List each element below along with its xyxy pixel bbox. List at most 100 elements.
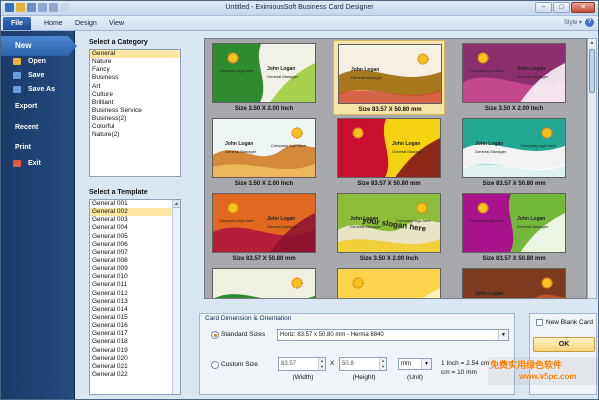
template-item[interactable]: General 004 [90, 224, 180, 232]
category-item[interactable]: Fancy [90, 66, 180, 74]
close-button[interactable]: ✕ [571, 2, 595, 13]
template-item[interactable]: General 018 [90, 338, 180, 346]
menu-save[interactable]: Save [1, 69, 75, 82]
template-item[interactable]: General 007 [90, 249, 180, 257]
window-title: Untitled - EximiousSoft Business Card De… [225, 4, 374, 11]
menu-new[interactable]: New [1, 36, 77, 56]
template-item[interactable]: General 011 [90, 281, 180, 289]
template-thumbnail[interactable] [333, 265, 445, 298]
template-item[interactable]: General 001 [90, 200, 180, 208]
minimize-button[interactable]: − [535, 2, 552, 13]
card-logo-text: Company logo here [469, 218, 504, 223]
category-item[interactable]: Colorful [90, 123, 180, 131]
card-artwork [338, 119, 440, 177]
card-role-text: General Manager [392, 149, 424, 154]
tab-file[interactable]: File [3, 17, 31, 30]
template-item[interactable]: General 010 [90, 273, 180, 281]
template-thumbnail[interactable]: John Logan General Manager Size 83.57 X 50… [333, 115, 445, 190]
template-item[interactable]: General 012 [90, 290, 180, 298]
category-item[interactable]: Brilliant [90, 99, 180, 107]
template-item[interactable]: General 015 [90, 314, 180, 322]
style-dropdown[interactable]: Style ▾ [564, 19, 582, 26]
gallery-scrollbar[interactable]: ▲ [587, 38, 597, 299]
category-item[interactable]: General [90, 50, 180, 59]
card-size-caption: Size 3.50 X 2.00 Inch [484, 106, 544, 112]
template-item[interactable]: General 021 [90, 363, 180, 371]
template-item[interactable]: General 017 [90, 330, 180, 338]
template-thumbnail[interactable]: John Logan General Manager Size 83.57 X 50… [333, 40, 445, 115]
custom-size-radio[interactable] [211, 361, 219, 369]
business-card-preview: John Logan General Manager Company logo he… [212, 43, 316, 103]
height-spinner[interactable]: 50.8 ▲ ▼ [339, 357, 387, 371]
template-thumbnail[interactable]: John Logan General Manager Company logo he… [458, 190, 570, 265]
conversion-note-1: 1 Inch = 2.54 cm [441, 360, 490, 367]
category-item[interactable]: Business(2) [90, 115, 180, 123]
width-spinner[interactable]: 83.57 ▲ ▼ [278, 357, 326, 371]
spinner-arrows-icon[interactable]: ▲ ▼ [379, 358, 386, 370]
standard-sizes-label: Standard Sizes [221, 331, 266, 338]
template-thumbnail[interactable]: John LoganGeneral Manager [458, 265, 570, 298]
template-thumbnail[interactable]: John Logan General Manager Company logo he… [458, 115, 570, 190]
category-item[interactable]: Culture [90, 91, 180, 99]
tab-home[interactable]: Home [37, 17, 70, 30]
template-heading: Select a Template [89, 189, 148, 196]
category-item[interactable]: Nature [90, 58, 180, 66]
chevron-down-icon[interactable]: ▼ [498, 330, 508, 340]
card-size-caption: Size 83.57 X 50.80 mm [357, 181, 421, 187]
unit-dropdown[interactable]: mm ▼ [398, 358, 432, 370]
template-item[interactable]: General 003 [90, 216, 180, 224]
menu-save-as[interactable]: Save As [1, 83, 75, 96]
help-icon[interactable]: ? [585, 18, 594, 27]
menu-recent[interactable]: Recent [1, 121, 75, 134]
category-item[interactable]: Art [90, 83, 180, 91]
template-item[interactable]: General 006 [90, 241, 180, 249]
template-thumbnail[interactable]: John Logan General Manager Company logo he… [458, 40, 570, 115]
gallery-scroll-thumb[interactable] [589, 49, 595, 93]
category-item[interactable]: Business Service [90, 107, 180, 115]
unit-value: mm [401, 361, 411, 367]
template-item[interactable]: General 014 [90, 306, 180, 314]
standard-sizes-radio[interactable] [211, 331, 219, 339]
template-item[interactable]: General 005 [90, 233, 180, 241]
template-thumbnail[interactable]: John Logan General Manager Company logo he… [208, 40, 320, 115]
template-item[interactable]: General 009 [90, 265, 180, 273]
template-thumbnail[interactable]: John Logan General Manager Company logo he… [333, 190, 445, 265]
template-item[interactable]: General 020 [90, 355, 180, 363]
business-card-preview: John Logan General Manager Company logo he… [462, 193, 566, 253]
file-backstage-menu: New Open Save Save As Export Recent Prin… [1, 31, 77, 399]
menu-print[interactable]: Print [1, 141, 75, 154]
chevron-down-icon[interactable]: ▼ [421, 359, 431, 369]
card-role-text: General Manager [225, 149, 257, 154]
category-heading: Select a Category [89, 39, 148, 46]
template-item[interactable]: General 002 [90, 208, 180, 217]
template-item[interactable]: General 013 [90, 298, 180, 306]
gallery-scroll-up-icon[interactable]: ▲ [588, 39, 596, 48]
card-name-text: John Logan [475, 141, 504, 147]
new-blank-card-checkbox[interactable] [536, 319, 543, 326]
menu-exit[interactable]: Exit [1, 157, 75, 170]
menu-export[interactable]: Export [1, 100, 75, 113]
template-list-scrollbar[interactable]: ▲ [172, 200, 180, 394]
tab-design[interactable]: Design [68, 17, 104, 30]
template-gallery[interactable]: John Logan General Manager Company logo he… [204, 38, 587, 299]
business-card-preview: John Logan General Manager Company logo he… [462, 118, 566, 178]
scroll-up-icon[interactable]: ▲ [173, 200, 180, 208]
template-thumbnail[interactable]: John Logan General Manager Company logo he… [208, 190, 320, 265]
menu-open[interactable]: Open [1, 55, 75, 68]
standard-size-dropdown[interactable]: Horiz: 83.57 x 50.80 mm - Herma 8840 ▼ [277, 329, 509, 341]
category-item[interactable]: Business [90, 74, 180, 82]
template-item[interactable]: General 008 [90, 257, 180, 265]
business-card-preview: John LoganGeneral Manager [462, 268, 566, 298]
template-thumbnail[interactable] [208, 265, 320, 298]
template-item[interactable]: General 016 [90, 322, 180, 330]
template-thumbnail[interactable]: John Logan General Manager Company logo he… [208, 115, 320, 190]
template-list[interactable]: ▲ General 001 General 002 General 003 Gener… [89, 199, 181, 395]
maximize-button[interactable]: □ [553, 2, 570, 13]
category-item[interactable]: Nature(2) [90, 131, 180, 139]
template-item[interactable]: General 019 [90, 347, 180, 355]
category-list[interactable]: General Nature Fancy Business Art Culture Bril… [89, 49, 181, 177]
tab-view[interactable]: View [102, 17, 131, 30]
ok-button[interactable]: OK [533, 337, 595, 352]
template-item[interactable]: General 022 [90, 371, 180, 379]
spinner-arrows-icon[interactable]: ▲ ▼ [318, 358, 325, 370]
